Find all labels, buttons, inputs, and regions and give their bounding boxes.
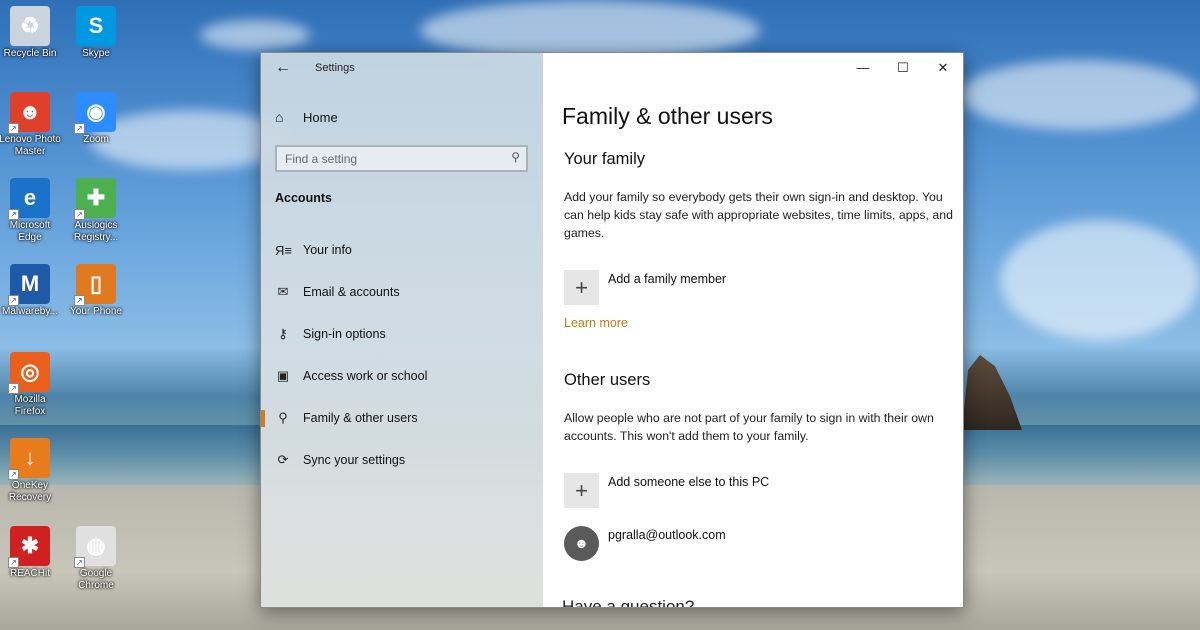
settings-content: — ☐ ✕ Family & other users Your family A… — [543, 53, 963, 607]
home-icon: ⌂ — [275, 109, 284, 125]
shortcut-arrow-icon: ↗ — [74, 295, 85, 306]
desktop-shortcut-label: Skype — [82, 48, 110, 59]
desktop-shortcut[interactable]: ☻ ↗ Lenovo Photo Master — [0, 92, 62, 158]
mail-icon: ✉ — [277, 284, 289, 299]
sidebar-item-access-work-or-school[interactable]: ▣ Access work or school — [261, 355, 543, 397]
desktop-shortcut[interactable]: ↓ ↗ OneKey Recovery — [0, 438, 62, 504]
desktop-shortcut-label: Recycle Bin — [3, 48, 57, 59]
your-phone-icon: ▯ ↗ — [74, 264, 116, 306]
shortcut-arrow-icon: ↗ — [74, 209, 85, 220]
add-family-member-label: Add a family member — [608, 272, 727, 286]
sync-icon: ⟳ — [277, 452, 289, 467]
edge-icon: e ↗ — [8, 178, 50, 220]
desktop-shortcut[interactable]: ◎ ↗ Mozilla Firefox — [0, 352, 62, 418]
minimize-icon[interactable]: — — [843, 53, 883, 83]
sidebar-item-label: Access work or school — [303, 369, 428, 383]
sidebar-section-title: Accounts — [275, 191, 332, 205]
plus-icon: + — [564, 270, 599, 305]
registry-icon: ✚ ↗ — [74, 178, 116, 220]
sidebar-item-email-accounts[interactable]: ✉ Email & accounts — [261, 271, 543, 313]
add-someone-else-button[interactable]: + Add someone else to this PC — [564, 473, 769, 508]
desktop-shortcut-label: Zoom — [83, 134, 109, 145]
sidebar-item-label: Email & accounts — [303, 285, 400, 299]
sidebar-item-label: Sign-in options — [303, 327, 386, 341]
settings-window: ← Settings ⌂ Home ⚲ Accounts Я≡ Your info… — [260, 52, 964, 608]
shortcut-arrow-icon: ↗ — [8, 295, 19, 306]
page-title: Family & other users — [562, 103, 773, 129]
icon-glyph: ♻ — [20, 13, 40, 38]
nav-home[interactable]: ⌂ Home — [275, 109, 338, 125]
settings-sidebar: ← Settings ⌂ Home ⚲ Accounts Я≡ Your info… — [261, 53, 543, 607]
skype-icon: S — [76, 6, 116, 46]
key-icon: ⚷ — [278, 326, 288, 341]
malwarebytes-icon: M ↗ — [8, 264, 50, 306]
window-title: Settings — [315, 62, 355, 74]
shortcut-arrow-icon: ↗ — [8, 469, 19, 480]
maximize-icon[interactable]: ☐ — [883, 53, 923, 83]
other-users-description: Allow people who are not part of your fa… — [564, 411, 934, 443]
recycle-bin-icon: ♻ — [10, 6, 50, 46]
chrome-icon: ◍ ↗ — [74, 526, 116, 568]
desktop-shortcut[interactable]: ✱ ↗ REACHit — [0, 526, 62, 580]
desktop-shortcut[interactable]: ◍ ↗ Google Chrome — [64, 526, 128, 592]
have-a-question-heading: Have a question? — [562, 597, 695, 608]
shortcut-arrow-icon: ↗ — [8, 383, 19, 394]
person-add-icon: ⚲ — [278, 410, 288, 425]
add-someone-else-label: Add someone else to this PC — [608, 475, 770, 489]
onekey-recovery-icon: ↓ ↗ — [8, 438, 50, 480]
search-box[interactable]: ⚲ — [275, 145, 528, 172]
sidebar-nav: Я≡ Your info ✉ Email & accounts ⚷ Sign-in opt… — [261, 229, 543, 481]
shortcut-arrow-icon: ↗ — [74, 557, 85, 568]
zoom-icon: ◉ ↗ — [74, 92, 116, 134]
nav-home-label: Home — [303, 109, 338, 125]
sidebar-item-label: Sync your settings — [303, 453, 406, 467]
desktop-shortcut[interactable]: S Skype — [64, 6, 128, 60]
desktop-shortcut[interactable]: M ↗ Malwareby... — [0, 264, 62, 318]
sidebar-item-label: Family & other users — [303, 411, 418, 425]
desktop-shortcut-label: REACHit — [9, 568, 50, 579]
desktop-shortcut[interactable]: ▯ ↗ Your Phone — [64, 264, 128, 318]
plus-icon: + — [564, 473, 599, 508]
your-family-description: Add your family so everybody gets their … — [564, 190, 953, 240]
search-input[interactable] — [277, 147, 497, 170]
sidebar-item-sync-your-settings[interactable]: ⟳ Sync your settings — [261, 439, 543, 481]
shortcut-arrow-icon: ↗ — [8, 123, 19, 134]
close-icon[interactable]: ✕ — [923, 53, 963, 83]
your-family-heading: Your family — [564, 150, 646, 168]
desktop-shortcut-label: OneKey Recovery — [8, 480, 52, 503]
desktop-shortcut[interactable]: ♻ Recycle Bin — [0, 6, 62, 60]
sidebar-item-your-info[interactable]: Я≡ Your info — [261, 229, 543, 271]
desktop-shortcut-label: Microsoft Edge — [9, 220, 51, 243]
add-family-member-button[interactable]: + Add a family member — [564, 270, 726, 305]
shortcut-arrow-icon: ↗ — [74, 123, 85, 134]
sidebar-item-label: Your info — [303, 243, 352, 257]
person-card-icon: Я≡ — [275, 242, 292, 258]
window-controls: — ☐ ✕ — [843, 53, 963, 83]
desktop-shortcut-label: Google Chrome — [78, 568, 114, 591]
reachit-icon: ✱ ↗ — [8, 526, 50, 568]
back-arrow-icon[interactable]: ← — [275, 59, 291, 77]
learn-more-link[interactable]: Learn more — [564, 316, 628, 330]
sidebar-item-family-other-users[interactable]: ⚲ Family & other users — [261, 397, 543, 439]
briefcase-icon: ▣ — [276, 368, 290, 383]
other-users-heading: Other users — [564, 371, 651, 389]
desktop-shortcut[interactable]: ✚ ↗ Auslogics Registry... — [64, 178, 128, 244]
shortcut-arrow-icon: ↗ — [8, 209, 19, 220]
desktop-shortcut-label: Your Phone — [70, 306, 122, 317]
shortcut-arrow-icon: ↗ — [8, 557, 19, 568]
desktop-shortcut[interactable]: ◉ ↗ Zoom — [64, 92, 128, 146]
desktop-shortcut-label: Mozilla Firefox — [14, 394, 46, 417]
desktop-shortcut[interactable]: e ↗ Microsoft Edge — [0, 178, 62, 244]
firefox-icon: ◎ ↗ — [8, 352, 50, 394]
sidebar-item-sign-in-options[interactable]: ⚷ Sign-in options — [261, 313, 543, 355]
desktop-shortcut-label: Auslogics Registry... — [73, 220, 119, 243]
desktop-shortcut-label: Lenovo Photo Master — [0, 134, 61, 157]
icon-glyph: S — [88, 13, 104, 38]
desktop-shortcut-label: Malwareby... — [2, 306, 58, 317]
user-avatar-icon: ☻ — [564, 526, 599, 561]
photo-master-icon: ☻ ↗ — [8, 92, 50, 134]
user-account-email: pgralla@outlook.com — [608, 528, 726, 542]
user-account-item[interactable]: ☻ pgralla@outlook.com — [564, 526, 726, 561]
search-icon[interactable]: ⚲ — [511, 150, 520, 164]
